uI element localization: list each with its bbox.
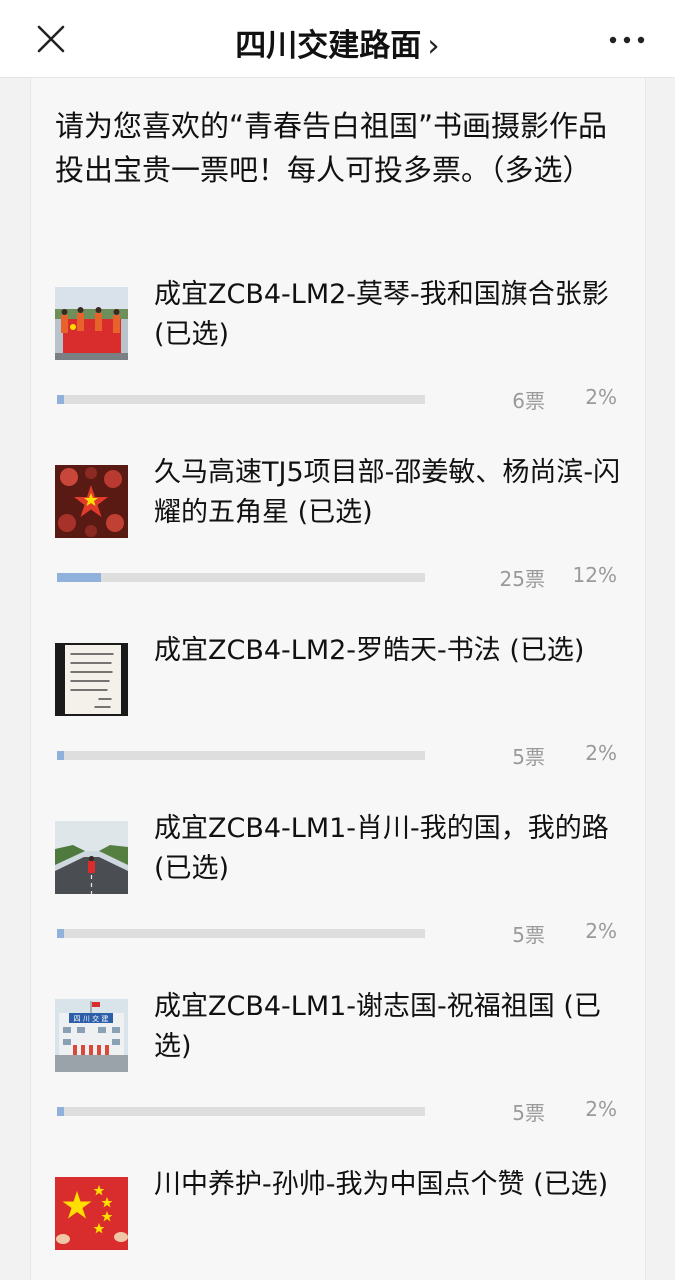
vote-percent: 2% [585, 741, 617, 765]
vote-progress-fill [57, 395, 65, 404]
option-title: 成宜ZCB4-LM1-肖川-我的国，我的路 (已选) [154, 813, 609, 884]
vote-count: 5票 [512, 745, 545, 769]
vote-option[interactable]: 成宜ZCB4-LM2-莫琴-我和国旗合张影 (已选) 6票 2% [55, 275, 625, 445]
top-nav-bar: 四川交建路面 › [0, 0, 675, 78]
more-options-icon[interactable] [607, 26, 647, 54]
account-title: 四川交建路面 [235, 28, 422, 64]
vote-option[interactable]: 四 川 交 建 成宜ZCB4-LM1-谢志国-祝福祖国 (已选) 5票 2% [55, 987, 625, 1157]
account-title-link[interactable]: 四川交建路面 › [0, 20, 675, 65]
option-thumbnail-flag-group[interactable] [55, 287, 128, 360]
vote-count: 25票 [499, 567, 545, 591]
vote-progress-bar [57, 751, 425, 760]
vote-progress-bar [57, 395, 425, 404]
vote-percent: 2% [585, 1097, 617, 1121]
vote-count: 6票 [512, 389, 545, 413]
vote-progress-fill [57, 751, 65, 760]
chevron-right-icon: › [427, 28, 440, 64]
vote-progress-fill [57, 1107, 65, 1116]
vote-card: 请为您喜欢的“青春告白祖国”书画摄影作品投出宝贵一票吧！每人可投多票。（多选） … [30, 78, 646, 1280]
option-thumbnail-building[interactable]: 四 川 交 建 [55, 999, 128, 1072]
option-thumbnail-star[interactable] [55, 465, 128, 538]
vote-percent: 2% [585, 919, 617, 943]
vote-option[interactable]: 成宜ZCB4-LM1-肖川-我的国，我的路 (已选) 5票 2% [55, 809, 625, 979]
vote-count: 5票 [512, 1101, 545, 1125]
vote-percent: 2% [585, 385, 617, 409]
building-sign-text: 四 川 交 建 [74, 1014, 109, 1023]
option-thumbnail-calligraphy[interactable] [55, 643, 128, 716]
option-title: 成宜ZCB4-LM2-罗皓天-书法 (已选) [154, 635, 585, 666]
vote-question: 请为您喜欢的“青春告白祖国”书画摄影作品投出宝贵一票吧！每人可投多票。（多选） [55, 109, 608, 187]
vote-progress-bar [57, 1107, 425, 1116]
vote-option[interactable]: 川中养护-孙帅-我为中国点个赞 (已选) [55, 1165, 625, 1280]
vote-progress-fill [57, 573, 102, 582]
vote-count: 5票 [512, 923, 545, 947]
option-title: 成宜ZCB4-LM1-谢志国-祝福祖国 (已选) [154, 991, 601, 1062]
vote-option[interactable]: 成宜ZCB4-LM2-罗皓天-书法 (已选) 5票 2% [55, 631, 625, 801]
vote-percent: 12% [572, 563, 617, 587]
option-title: 川中养护-孙帅-我为中国点个赞 (已选) [154, 1169, 609, 1200]
vote-progress-fill [57, 929, 65, 938]
vote-progress-bar [57, 929, 425, 938]
option-title: 成宜ZCB4-LM2-莫琴-我和国旗合张影 (已选) [154, 279, 609, 350]
option-thumbnail-road[interactable] [55, 821, 128, 894]
vote-option[interactable]: 久马高速TJ5项目部-邵姜敏、杨尚滨-闪耀的五角星 (已选) 25票 12% [55, 453, 625, 623]
vote-progress-bar [57, 573, 425, 582]
option-thumbnail-flag-stars[interactable] [55, 1177, 128, 1250]
option-title: 久马高速TJ5项目部-邵姜敏、杨尚滨-闪耀的五角星 (已选) [154, 457, 621, 528]
